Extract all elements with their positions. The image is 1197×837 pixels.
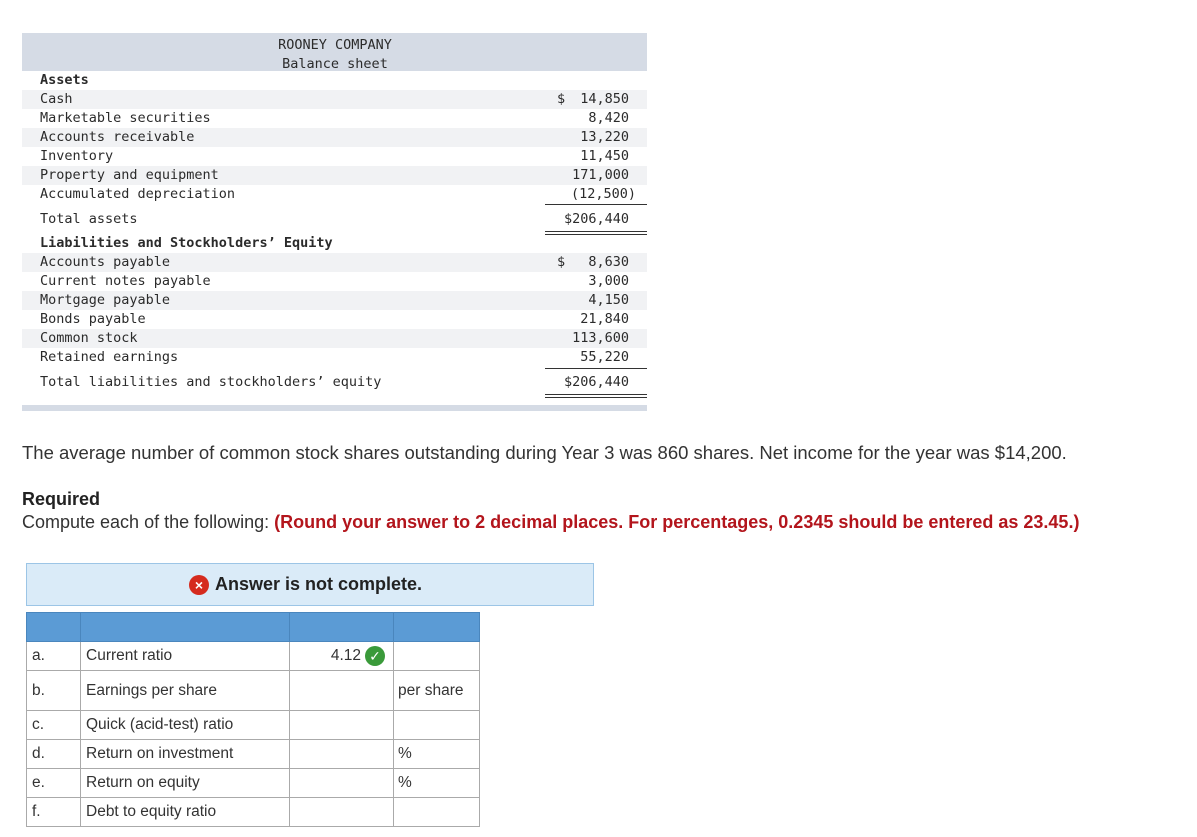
answer-row: d. Return on investment% (26, 739, 480, 769)
answer-input[interactable] (289, 710, 394, 740)
balance-sheet-row: Bonds payable 21,840 (22, 310, 647, 329)
unit-label: % (393, 739, 480, 769)
problem-paragraph: The average number of common stock share… (22, 442, 1067, 463)
balance-sheet-row: Retained earnings 55,220 (22, 348, 647, 367)
line-item-amount: 8,420 (588, 110, 629, 126)
ratio-name: Earnings per share (80, 670, 290, 711)
answer-table-header (26, 612, 480, 642)
balance-sheet-row: Current notes payable 3,000 (22, 272, 647, 291)
line-item-label: Common stock (40, 330, 138, 346)
liabilities-heading-row: Liabilities and Stockholders’ Equity (22, 234, 647, 253)
total-assets-amount: $206,440 (563, 211, 629, 227)
line-item-label: Accumulated depreciation (40, 186, 236, 202)
required-text: Compute each of the following: (22, 512, 275, 532)
unit-label (393, 641, 480, 671)
ratio-name: Quick (acid-test) ratio (80, 710, 290, 740)
row-letter: e. (26, 768, 81, 798)
line-item-amount: 21,840 (580, 311, 629, 327)
total-assets-label: Total assets (40, 211, 138, 227)
balance-sheet-row: Cash $14,850 (22, 90, 647, 109)
line-item-label: Bonds payable (40, 311, 146, 327)
line-item-amount: (12,500) (570, 186, 636, 202)
subtotal-line (545, 204, 647, 205)
line-item-label: Property and equipment (40, 167, 219, 183)
row-letter: d. (26, 739, 81, 769)
incomplete-x-icon: × (189, 574, 209, 595)
total-assets-row: Total assets $206,440 (22, 210, 647, 229)
balance-sheet-row: Accounts payable $8,630 (22, 253, 647, 272)
answer-status-banner: × Answer is not complete. (26, 563, 594, 606)
row-letter: b. (26, 670, 81, 711)
balance-sheet-row: Accumulated depreciation (12,500) (22, 185, 647, 204)
unit-label (393, 797, 480, 827)
ratio-name: Debt to equity ratio (80, 797, 290, 827)
answer-input[interactable] (289, 797, 394, 827)
balance-sheet-row: Mortgage payable 4,150 (22, 291, 647, 310)
assets-heading-row: Assets (22, 71, 647, 90)
correct-check-icon: ✓ (365, 646, 385, 666)
total-liabilities-row: Total liabilities and stockholders’ equi… (22, 373, 647, 392)
balance-sheet-title: ROONEY COMPANY Balance sheet (270, 36, 400, 74)
balance-sheet-row: Common stock 113,600 (22, 329, 647, 348)
double-underline (545, 394, 647, 398)
answer-row: a. Current ratio 4.12 ✓ (26, 641, 480, 671)
line-item-amount: 8,630 (588, 254, 629, 270)
line-item-amount: 113,600 (572, 330, 629, 346)
total-liabilities-amount: $206,440 (563, 374, 629, 390)
assets-heading: Assets (40, 72, 89, 88)
answer-input[interactable] (289, 768, 394, 798)
line-item-label: Current notes payable (40, 273, 211, 289)
answer-value: 4.12 (330, 647, 361, 664)
ratio-name: Current ratio (80, 641, 290, 671)
line-item-amount: 3,000 (588, 273, 629, 289)
answer-row: b. Earnings per share per share (26, 670, 480, 711)
line-item-amount: 171,000 (572, 167, 629, 183)
ratio-name: Return on investment (80, 739, 290, 769)
balance-sheet-header: ROONEY COMPANY Balance sheet (22, 33, 647, 74)
answer-input[interactable] (289, 739, 394, 769)
company-name: ROONEY COMPANY (278, 37, 392, 53)
line-item-label: Marketable securities (40, 110, 211, 126)
total-liabilities-label: Total liabilities and stockholders’ equi… (40, 374, 382, 390)
balance-sheet-row: Inventory 11,450 (22, 147, 647, 166)
ratio-name: Return on equity (80, 768, 290, 798)
balance-sheet-row: Property and equipment 171,000 (22, 166, 647, 185)
answer-status-text: Answer is not complete. (215, 574, 423, 594)
answer-row: f. Debt to equity ratio (26, 797, 480, 827)
balance-sheet: ROONEY COMPANY Balance sheet Assets Cash… (22, 33, 647, 411)
balance-sheet-row: Accounts receivable 13,220 (22, 128, 647, 147)
row-letter: f. (26, 797, 81, 827)
row-letter: a. (26, 641, 81, 671)
unit-label: % (393, 768, 480, 798)
unit-label: per share (393, 670, 480, 711)
line-item-amount: 55,220 (580, 349, 629, 365)
balance-sheet-row: Marketable securities 8,420 (22, 109, 647, 128)
line-item-label: Inventory (40, 148, 114, 164)
unit-label (393, 710, 480, 740)
liabilities-heading: Liabilities and Stockholders’ Equity (40, 235, 333, 251)
line-item-amount: 4,150 (588, 292, 629, 308)
required-instructions: Compute each of the following: (Round yo… (22, 512, 1079, 533)
balance-sheet-footer (22, 405, 647, 411)
line-item-label: Accounts receivable (40, 129, 195, 145)
line-item-amount: 13,220 (580, 129, 629, 145)
row-letter: c. (26, 710, 81, 740)
line-item-label: Cash (40, 91, 73, 107)
answer-input[interactable]: 4.12 ✓ (289, 641, 394, 671)
required-heading: Required (22, 489, 101, 509)
answer-input[interactable] (289, 670, 394, 711)
subtotal-line (545, 368, 647, 369)
line-item-amount: 14,850 (580, 91, 629, 107)
line-item-amount: 11,450 (580, 148, 629, 164)
line-item-label: Retained earnings (40, 349, 179, 365)
answer-row: e. Return on equity% (26, 768, 480, 798)
line-item-label: Accounts payable (40, 254, 171, 270)
answer-row: c. Quick (acid-test) ratio (26, 710, 480, 740)
line-item-label: Mortgage payable (40, 292, 171, 308)
answer-table: a. Current ratio 4.12 ✓ b. Earnings per share… (26, 612, 480, 827)
rounding-note: (Round your answer to 2 decimal places. … (274, 512, 1080, 532)
